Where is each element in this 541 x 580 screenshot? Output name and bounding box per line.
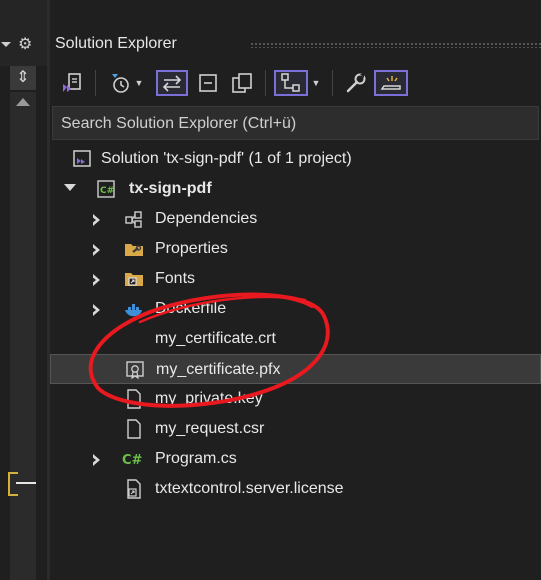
tree-item-label: my_certificate.pfx: [156, 361, 281, 378]
titlebar-grip[interactable]: [250, 42, 541, 48]
tree-item-my-certificate-crt[interactable]: my_certificate.crt: [50, 324, 541, 354]
switch-views-button[interactable]: [58, 70, 86, 96]
chevron-down-icon[interactable]: [0, 38, 12, 50]
tree-view-button[interactable]: [274, 70, 308, 96]
tree-item-fonts[interactable]: Fonts: [50, 264, 541, 294]
tree-item-label: Fonts: [155, 270, 196, 287]
wrench-icon: [346, 73, 366, 93]
copy-icon: [232, 73, 252, 93]
split-view-button[interactable]: ⇕: [10, 66, 36, 90]
panel-title: Solution Explorer: [55, 35, 177, 52]
tree-item-program-cs[interactable]: C# Program.cs: [50, 444, 541, 474]
tree-item-solution[interactable]: Solution 'tx-sign-pdf' (1 of 1 project): [50, 144, 541, 174]
collapse-all-icon: [199, 74, 217, 92]
tree-item-license[interactable]: txtextcontrol.server.license: [50, 474, 541, 504]
toolbar-separator: [95, 70, 96, 96]
properties-folder-icon: [125, 244, 143, 256]
chevron-down-icon[interactable]: ▼: [310, 70, 322, 96]
folder-icon: [125, 273, 143, 286]
tree-item-dependencies[interactable]: Dependencies: [50, 204, 541, 234]
collapsed-arrow-icon[interactable]: [91, 304, 100, 316]
vertical-scrollbar[interactable]: [10, 92, 36, 580]
chevron-down-icon[interactable]: ▼: [135, 78, 144, 88]
tree-item-dockerfile[interactable]: Dockerfile: [50, 294, 541, 324]
pending-changes-filter-button[interactable]: ▼: [105, 70, 147, 96]
tree-item-project[interactable]: C# tx-sign-pdf: [50, 174, 541, 204]
svg-text:C#: C#: [122, 453, 143, 468]
solution-icon: [73, 150, 91, 167]
tree-item-my-certificate-pfx[interactable]: my_certificate.pfx: [50, 354, 541, 384]
tree-item-label: Solution 'tx-sign-pdf' (1 of 1 project): [101, 150, 352, 167]
collapse-all-button[interactable]: [194, 70, 222, 96]
tree-item-label: Dependencies: [155, 210, 258, 227]
preview-selected-items-button[interactable]: [374, 70, 408, 96]
file-icon: [127, 419, 141, 439]
tree-item-label: my_certificate.crt: [155, 330, 276, 347]
tree-item-label: Program.cs: [155, 450, 237, 467]
certificate-file-icon: [126, 361, 144, 380]
collapsed-arrow-icon[interactable]: [91, 454, 100, 466]
toolbar-separator: [332, 70, 333, 96]
tree-item-my-private-key[interactable]: my_private.key: [50, 384, 541, 414]
search-placeholder: Search Solution Explorer (Ctrl+ü): [61, 115, 297, 132]
toolbar-separator: [265, 70, 266, 96]
dependencies-icon: [125, 211, 142, 228]
gear-icon[interactable]: ⚙: [18, 34, 32, 54]
search-input[interactable]: Search Solution Explorer (Ctrl+ü): [52, 106, 539, 140]
tree-item-my-request-csr[interactable]: my_request.csr: [50, 414, 541, 444]
left-dock-strip: ⚙ ⇕: [0, 0, 47, 580]
solution-explorer-toolbar: ▼ ▼: [50, 62, 541, 102]
csharp-project-icon: C#: [97, 180, 115, 198]
panel-titlebar: Solution Explorer: [50, 0, 541, 66]
history-icon: [111, 74, 129, 93]
sync-icon: [162, 75, 182, 92]
hierarchy-view-icon: [281, 73, 300, 92]
sync-with-active-document-button[interactable]: [156, 70, 188, 96]
csharp-file-icon: C#: [122, 453, 143, 468]
scroll-position-line: [16, 482, 36, 484]
svg-text:C#: C#: [100, 186, 114, 196]
file-link-icon: [127, 479, 141, 499]
show-all-files-button[interactable]: [228, 70, 256, 96]
tree-item-label: my_private.key: [155, 390, 263, 407]
scroll-position-marker: [8, 472, 18, 496]
vs-solution-switch-icon: [63, 73, 81, 92]
tree-item-label: tx-sign-pdf: [129, 180, 212, 197]
tree-item-label: Dockerfile: [155, 300, 227, 317]
collapsed-arrow-icon[interactable]: [91, 244, 100, 256]
expanded-arrow-icon[interactable]: [64, 184, 76, 191]
tree-item-properties[interactable]: Properties: [50, 234, 541, 264]
tree-item-label: txtextcontrol.server.license: [155, 480, 344, 497]
collapsed-arrow-icon[interactable]: [91, 214, 100, 226]
collapsed-arrow-icon[interactable]: [91, 274, 100, 286]
scroll-up-arrow-icon[interactable]: [16, 98, 30, 106]
tree-item-label: my_request.csr: [155, 420, 265, 437]
properties-button[interactable]: [342, 70, 370, 96]
file-icon: [127, 389, 141, 409]
left-tool-header: [0, 0, 47, 66]
tree-item-label: Properties: [155, 240, 228, 257]
docker-icon: [125, 304, 142, 317]
preview-icon: [380, 76, 401, 90]
solution-explorer-panel: Solution Explorer ▼ ▼ Search Solution Ex…: [50, 0, 541, 580]
